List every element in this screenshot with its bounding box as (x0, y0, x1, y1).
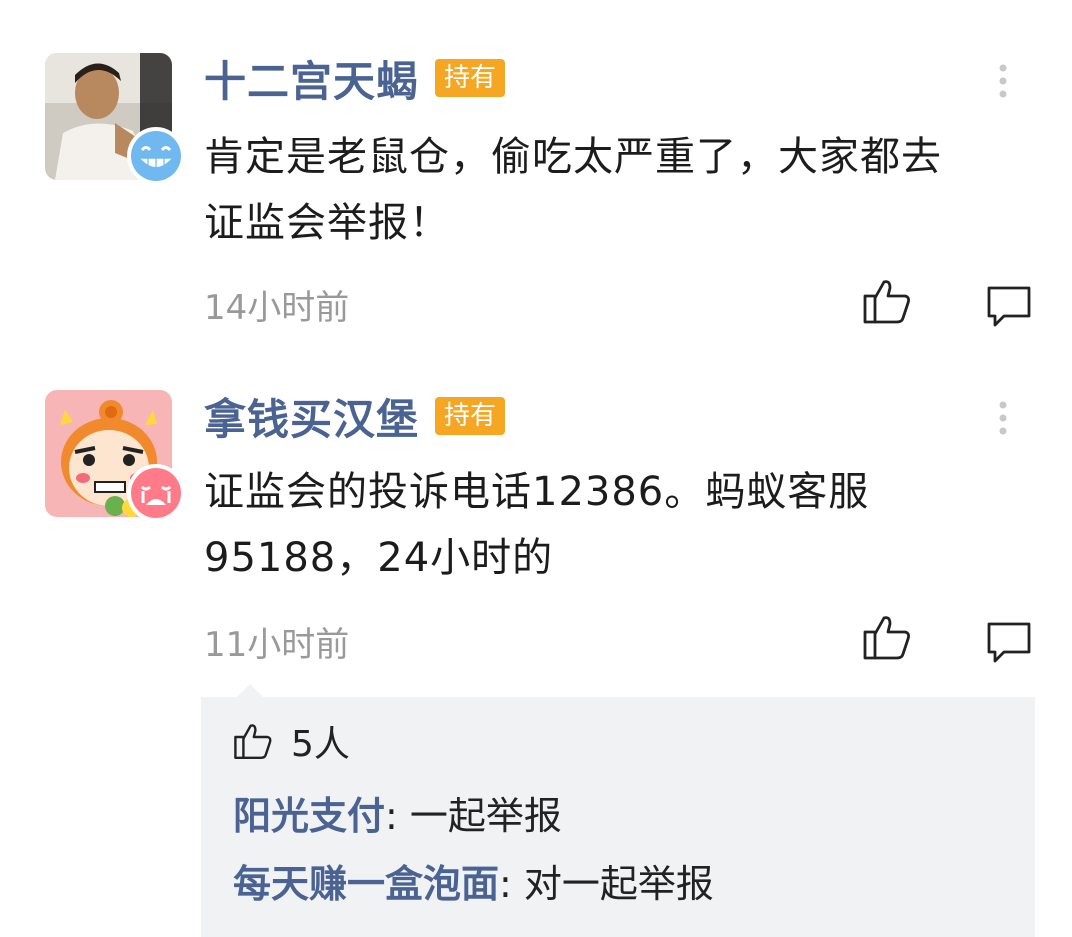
timestamp: 11小时前 (204, 625, 350, 665)
comment-text-line: 证监会举报！ (204, 200, 450, 246)
grin-emoji-icon (127, 127, 185, 185)
like-count: 5人 (291, 724, 350, 765)
holding-badge: 持有 (435, 59, 506, 97)
reply-text: 对一起举报 (523, 862, 714, 906)
comment-reply-icon[interactable] (986, 620, 1032, 666)
reply-box-pointer (236, 684, 264, 698)
reply-item[interactable]: 每天赚一盒泡面: 对一起举报 (233, 853, 714, 908)
avatar[interactable] (45, 53, 185, 185)
comment-text: 肯定是老鼠仓，偷吃太严重了，大家都去 证监会举报！ (204, 124, 1044, 256)
reply-username[interactable]: 每天赚一盒泡面 (233, 862, 499, 906)
reply-separator: : (499, 862, 524, 906)
reply-text: 一起举报 (409, 794, 562, 838)
crying-emoji-icon (127, 464, 185, 522)
more-vertical-icon[interactable] (993, 62, 1013, 102)
comment-header: 十二宫天蝎 持有 (204, 48, 506, 109)
comment-header: 拿钱买汉堡 持有 (204, 386, 506, 447)
thumbs-up-icon[interactable] (862, 612, 912, 662)
avatar[interactable] (45, 390, 185, 522)
reply-separator: : (385, 794, 410, 838)
comment-text: 证监会的投诉电话12386。蚂蚁客服 95188，24小时的 (204, 459, 1044, 591)
comment-reply-icon[interactable] (986, 284, 1032, 330)
comment-text-line: 95188，24小时的 (204, 535, 554, 581)
username[interactable]: 十二宫天蝎 (204, 48, 419, 109)
username[interactable]: 拿钱买汉堡 (204, 386, 419, 447)
comment-text-line: 肯定是老鼠仓，偷吃太严重了，大家都去 (204, 134, 942, 180)
reply-section: 5人 阳光支付: 一起举报 每天赚一盒泡面: 对一起举报 (201, 697, 1035, 937)
reply-like-summary[interactable]: 5人 (233, 715, 350, 767)
thumbs-up-icon (234, 724, 272, 759)
comment-text-line: 证监会的投诉电话12386。蚂蚁客服 (204, 469, 870, 515)
reply-item[interactable]: 阳光支付: 一起举报 (233, 785, 562, 840)
more-vertical-icon[interactable] (993, 399, 1013, 439)
timestamp: 14小时前 (204, 288, 350, 328)
reply-username[interactable]: 阳光支付 (233, 794, 385, 838)
thumbs-up-icon[interactable] (862, 276, 912, 326)
holding-badge: 持有 (435, 397, 506, 435)
